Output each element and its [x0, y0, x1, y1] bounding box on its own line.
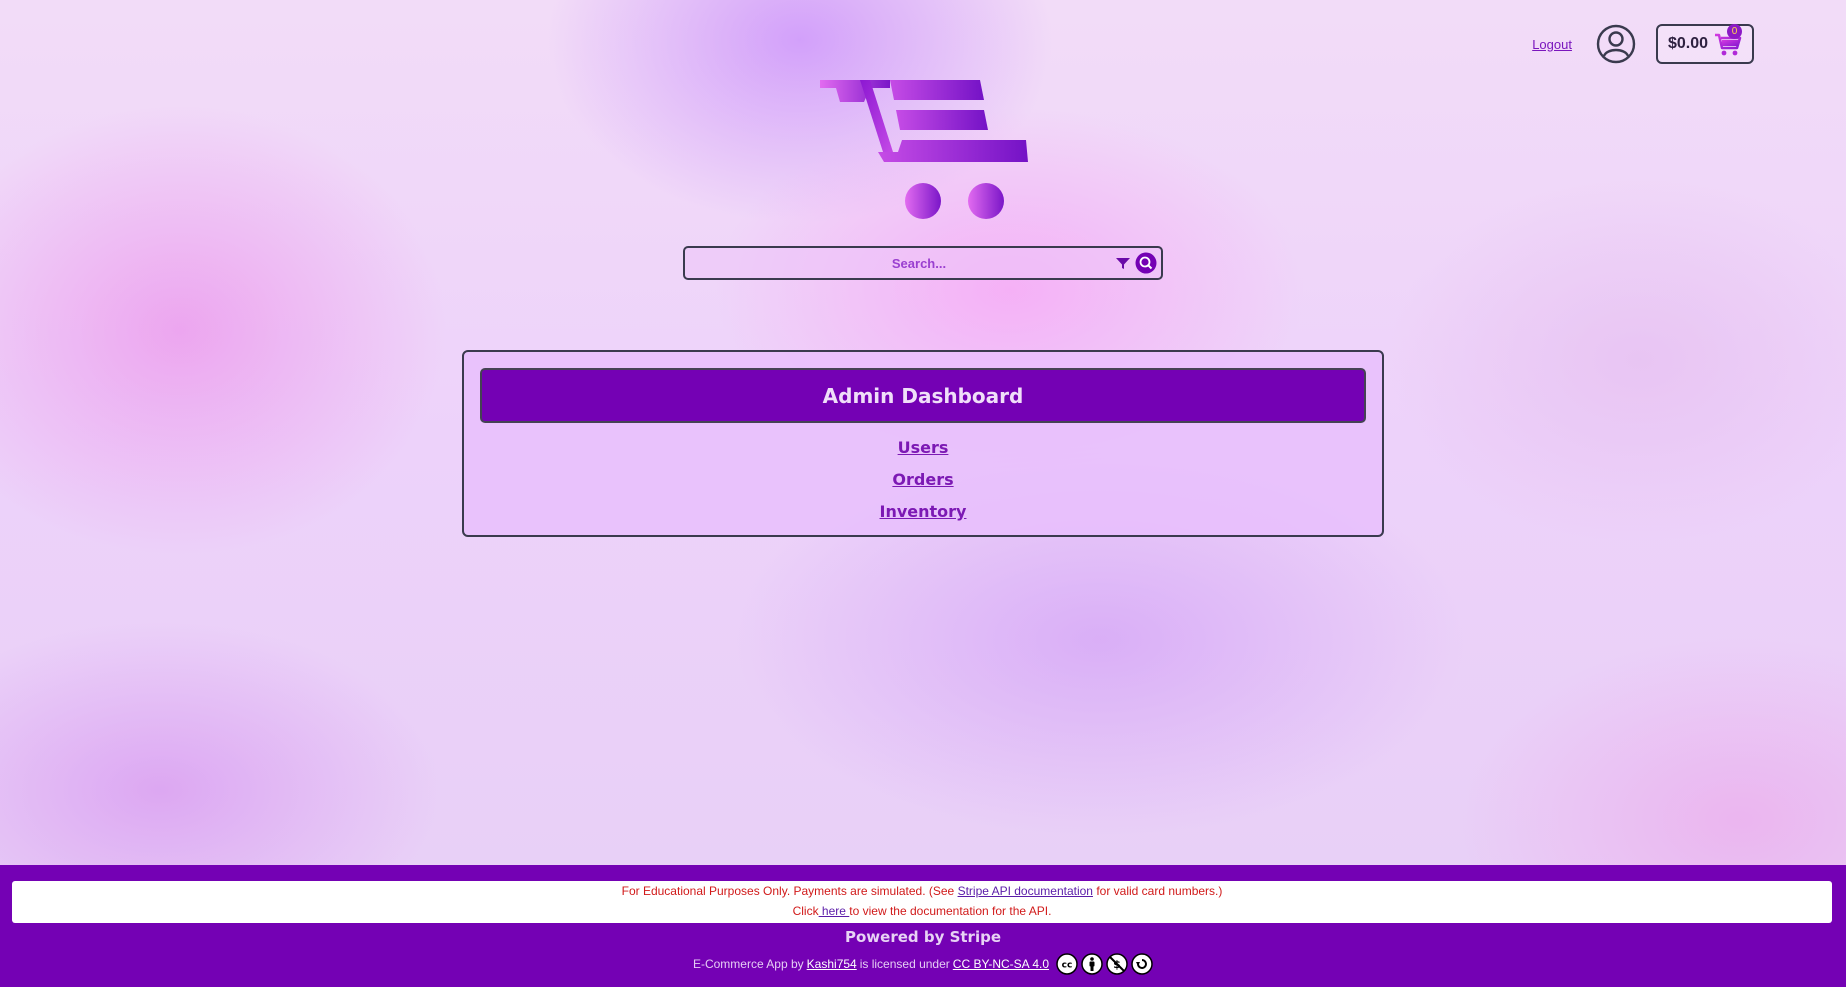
sharealike-icon	[1131, 953, 1153, 975]
stripe-docs-link[interactable]: Stripe API documentation	[958, 884, 1093, 898]
cart-button[interactable]: $0.00 0	[1655, 24, 1754, 64]
click-suffix: to view the documentation for the API.	[849, 904, 1052, 918]
api-docs-here-link[interactable]: here	[819, 904, 850, 918]
cart-icon-wrap: 0	[1714, 24, 1742, 58]
attribution-icon	[1081, 953, 1103, 975]
dashboard-links: Users Orders Inventory	[464, 437, 1382, 533]
dashboard-title: Admin Dashboard	[480, 368, 1366, 423]
cart-total: $0.00	[1667, 35, 1708, 52]
admin-dashboard-card: Admin Dashboard Users Orders Inventory	[462, 350, 1384, 537]
orders-link[interactable]: Orders	[464, 469, 1382, 501]
license-link[interactable]: CC BY-NC-SA 4.0	[953, 957, 1049, 971]
creative-commons-icon: cc	[1056, 953, 1078, 975]
top-bar: Logout $0.00 0	[1532, 24, 1754, 64]
search-icon[interactable]	[1135, 252, 1157, 274]
cc-icons: cc $	[1056, 953, 1153, 975]
logout-link[interactable]: Logout	[1532, 37, 1572, 52]
users-link[interactable]: Users	[464, 437, 1382, 469]
license-mid: is licensed under	[859, 957, 950, 971]
license-prefix: E-Commerce App by	[692, 957, 804, 971]
educational-notice: For Educational Purposes Only. Payments …	[12, 881, 1832, 923]
notice-line-1: For Educational Purposes Only. Payments …	[12, 884, 1832, 898]
footer: For Educational Purposes Only. Payments …	[0, 865, 1846, 987]
search-input[interactable]	[685, 248, 1115, 278]
user-account-icon[interactable]	[1596, 24, 1636, 64]
notice-suffix: for valid card numbers.)	[1092, 884, 1223, 898]
author-link[interactable]: Kashi754	[807, 957, 857, 971]
notice-prefix: For Educational Purposes Only. Payments …	[621, 884, 958, 898]
noncommercial-icon: $	[1106, 953, 1128, 975]
license-line: E-Commerce App by Kashi754 is licensed u…	[0, 953, 1846, 975]
svg-text:cc: cc	[1062, 961, 1073, 971]
shop-logo[interactable]	[818, 78, 1028, 223]
powered-by-stripe: Powered by Stripe	[844, 928, 1002, 946]
inventory-link[interactable]: Inventory	[464, 501, 1382, 533]
cart-count-badge: 0	[1727, 24, 1742, 39]
click-prefix: Click	[792, 904, 819, 918]
notice-line-2: Click here to view the documentation for…	[12, 904, 1832, 918]
search-bar	[683, 246, 1163, 280]
filter-icon[interactable]	[1115, 255, 1131, 271]
